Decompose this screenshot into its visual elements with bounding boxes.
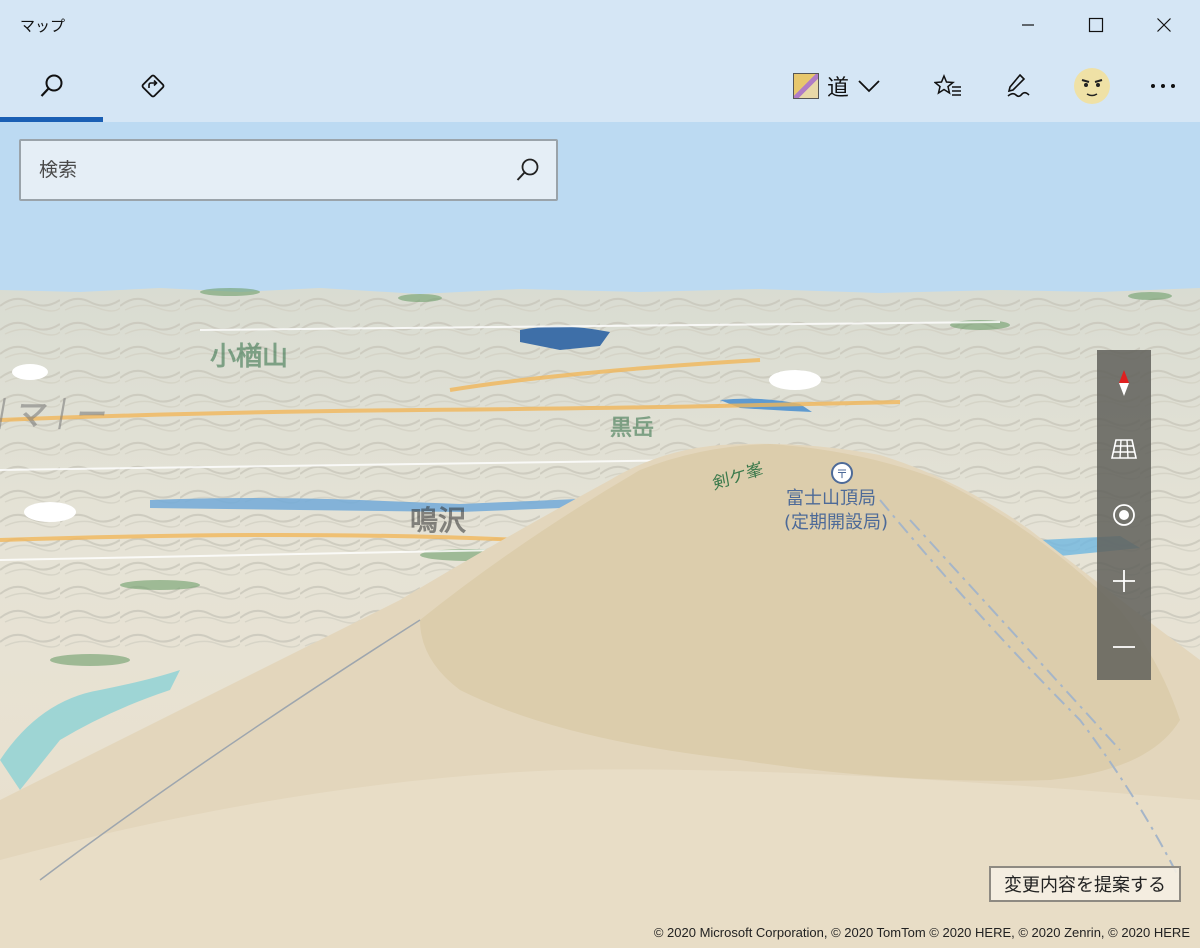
map-label-post-office: 富士山頂局: [786, 488, 876, 509]
search-box: [19, 139, 558, 201]
tab-directions[interactable]: [103, 50, 203, 122]
favorites-icon: [934, 74, 961, 96]
avatar: [1074, 68, 1110, 104]
locate-me-button[interactable]: [1097, 482, 1151, 548]
map-style-swatch: [792, 73, 819, 99]
maximize-icon: [1088, 17, 1104, 33]
search-icon: [40, 74, 62, 97]
zoom-in-button[interactable]: [1097, 548, 1151, 614]
chevron-down-icon: [858, 80, 880, 93]
map-style-dropdown[interactable]: 道: [782, 50, 892, 122]
plus-icon: [1113, 570, 1135, 592]
directions-icon: [141, 74, 165, 98]
locate-icon: [1113, 504, 1135, 526]
compass-icon: [1119, 370, 1129, 396]
map-controls: [1097, 350, 1151, 680]
svg-text:黒岳: 黒岳: [610, 416, 654, 441]
close-button[interactable]: [1130, 0, 1198, 50]
more-icon: [1151, 84, 1175, 88]
minus-icon: [1113, 646, 1135, 648]
svg-text:鳴沢: 鳴沢: [410, 504, 467, 537]
search-icon: [516, 158, 539, 181]
maximize-button[interactable]: [1062, 0, 1130, 50]
map-label-post-office-sub: (定期開設局): [784, 512, 889, 533]
svg-text:小楢山: 小楢山: [210, 342, 288, 372]
map-style-label: 道: [826, 76, 849, 101]
svg-text:ロタ｜マ｜ー: ロタ｜マ｜ー: [0, 398, 110, 433]
tilt-grid-icon: [1111, 439, 1137, 459]
svg-text:〒: 〒: [836, 467, 848, 481]
favorites-button[interactable]: [920, 50, 976, 122]
suggest-change-button[interactable]: 変更内容を提案する: [989, 866, 1181, 902]
search-input[interactable]: [21, 141, 501, 199]
search-submit-button[interactable]: [508, 151, 548, 189]
title-bar: マップ: [0, 0, 1200, 50]
tab-selected-indicator: [0, 117, 103, 122]
ink-pen-icon: [1007, 73, 1030, 98]
minimize-button[interactable]: [994, 0, 1062, 50]
tilt-button[interactable]: [1097, 416, 1151, 482]
copyright-text: © 2020 Microsoft Corporation, © 2020 Tom…: [653, 925, 1190, 940]
compass-button[interactable]: [1097, 350, 1151, 416]
toolbar: 道: [0, 50, 1200, 122]
minimize-icon: [1022, 24, 1034, 26]
zoom-out-button[interactable]: [1097, 614, 1151, 680]
account-button[interactable]: [1062, 50, 1122, 122]
close-icon: [1157, 18, 1171, 32]
more-button[interactable]: [1135, 50, 1191, 122]
tab-search[interactable]: [0, 50, 103, 122]
app-title: マップ: [20, 17, 66, 35]
ink-button[interactable]: [990, 50, 1046, 122]
